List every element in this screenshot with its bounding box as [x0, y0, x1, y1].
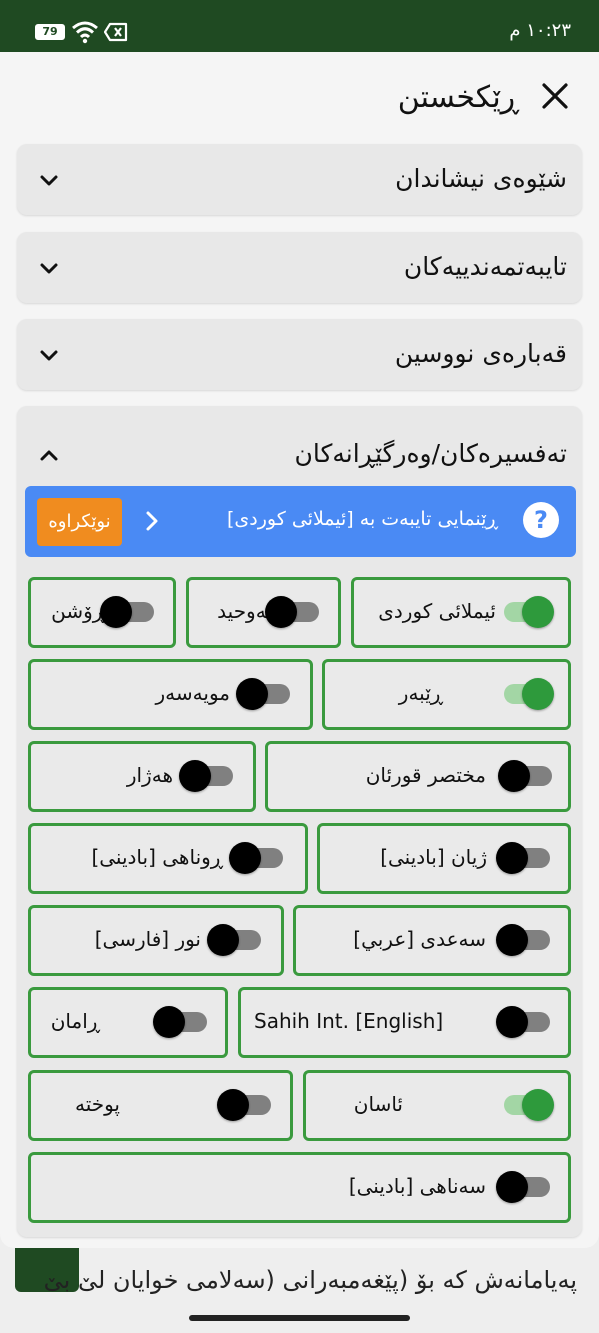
translation-option-label: نور [فارسی]: [94, 927, 201, 951]
translation-option-label: ڕێبەر: [398, 681, 443, 705]
section-display-mode[interactable]: شێوەی نیشاندان: [17, 144, 582, 215]
toggle-switch[interactable]: [496, 922, 552, 958]
translation-option-card[interactable]: Sahih Int. [English]: [238, 987, 571, 1058]
translation-option-card[interactable]: تەوحید: [186, 577, 341, 648]
chevron-right-icon[interactable]: [145, 510, 159, 532]
status-time: ١٠:٢٣ م: [509, 20, 571, 41]
toggle-switch[interactable]: [498, 1087, 554, 1123]
toggle-switch[interactable]: [265, 594, 321, 630]
toggle-switch[interactable]: [100, 594, 156, 630]
chevron-up-icon[interactable]: [37, 444, 61, 468]
section-title: قەبارەی نووسین: [394, 339, 567, 368]
wifi-icon: [72, 21, 98, 44]
translation-option-card[interactable]: ڕوناهی [بادینی]: [28, 823, 308, 894]
translation-option-label: سەعدی [عربي]: [353, 927, 486, 951]
new-badge: نوێکراوە: [37, 498, 122, 546]
translation-option-card[interactable]: ڕۆشن: [28, 577, 176, 648]
status-bar: 79 ١٠:٢٣ م: [0, 0, 599, 52]
close-icon[interactable]: [541, 82, 569, 110]
toggle-switch[interactable]: [207, 922, 263, 958]
chevron-down-icon[interactable]: [37, 343, 61, 367]
toggle-switch[interactable]: [496, 1004, 552, 1040]
toggle-switch[interactable]: [498, 676, 554, 712]
toggle-switch[interactable]: [217, 1087, 273, 1123]
translation-option-card[interactable]: هەژار: [28, 741, 256, 812]
translation-option-label: ڕوناهی [بادینی]: [91, 845, 223, 869]
translation-option-card[interactable]: پوختە: [28, 1070, 293, 1141]
toggle-switch[interactable]: [498, 758, 554, 794]
section-features[interactable]: تایبەتمەندییەکان: [17, 232, 582, 303]
chevron-down-icon[interactable]: [37, 256, 61, 280]
translation-option-label: مختصر قورئان: [365, 763, 486, 787]
section-font-size[interactable]: قەبارەی نووسین: [17, 319, 582, 390]
translation-option-label: ئاسان: [353, 1092, 403, 1116]
translation-option-label: مویەسەر: [155, 681, 230, 705]
translation-option-label: ڕۆشن: [51, 599, 105, 623]
translation-option-label: هەژار: [126, 763, 173, 787]
translation-option-label: تەوحید: [217, 599, 272, 623]
translation-option-card[interactable]: مویەسەر: [28, 659, 313, 730]
kurdish-spelling-guide-banner[interactable]: ? ڕێنمایی تایبەت بە [ئیملائی کوردی] نوێک…: [25, 486, 576, 557]
chevron-down-icon[interactable]: [37, 168, 61, 192]
battery-icon: 79: [35, 24, 65, 40]
home-indicator[interactable]: [189, 1315, 410, 1321]
toggle-switch[interactable]: [496, 840, 552, 876]
translation-option-label: ژیان [بادینی]: [380, 845, 487, 869]
toggle-switch[interactable]: [153, 1004, 209, 1040]
toggle-switch[interactable]: [179, 758, 235, 794]
dialog-title: ڕێکخستن: [397, 80, 519, 115]
toggle-switch[interactable]: [229, 840, 285, 876]
translation-option-card[interactable]: ڕێبەر: [322, 659, 571, 730]
section-title[interactable]: تەفسیرەکان/وەرگێڕانەکان: [295, 439, 568, 468]
section-title: شێوەی نیشاندان: [395, 164, 567, 193]
translation-option-card[interactable]: مختصر قورئان: [265, 741, 571, 812]
section-title: تایبەتمەندییەکان: [403, 252, 567, 281]
toggle-switch[interactable]: [236, 676, 292, 712]
translation-option-label: سەناهی [بادینی]: [348, 1174, 486, 1198]
background-verse-text: پەیامانەش کە بۆ (پێغەمبەرانی (سەلامی خوا…: [43, 1266, 577, 1294]
translation-option-label: ڕامان: [50, 1009, 100, 1033]
no-sim-icon: [104, 22, 128, 42]
translation-option-card[interactable]: ژیان [بادینی]: [317, 823, 571, 894]
toggle-switch[interactable]: [498, 594, 554, 630]
toggle-switch[interactable]: [496, 1169, 552, 1205]
settings-dialog: ڕێکخستن شێوەی نیشاندان تایبەتمەندییەکان …: [0, 52, 599, 1248]
translation-option-card[interactable]: نور [فارسی]: [28, 905, 284, 976]
translation-option-card[interactable]: ڕامان: [28, 987, 228, 1058]
section-translations: تەفسیرەکان/وەرگێڕانەکان ? ڕێنمایی تایبەت…: [17, 406, 582, 1237]
translation-option-card[interactable]: سەعدی [عربي]: [293, 905, 571, 976]
translation-option-card[interactable]: سەناهی [بادینی]: [28, 1152, 571, 1223]
translation-option-label: ئیملائی کوردی: [378, 599, 496, 623]
translation-option-card[interactable]: ئاسان: [303, 1070, 571, 1141]
translation-option-label: پوختە: [74, 1092, 120, 1116]
banner-text: ڕێنمایی تایبەت بە [ئیملائی کوردی]: [227, 508, 498, 530]
help-icon[interactable]: ?: [523, 502, 559, 538]
translation-option-card[interactable]: ئیملائی کوردی: [351, 577, 571, 648]
